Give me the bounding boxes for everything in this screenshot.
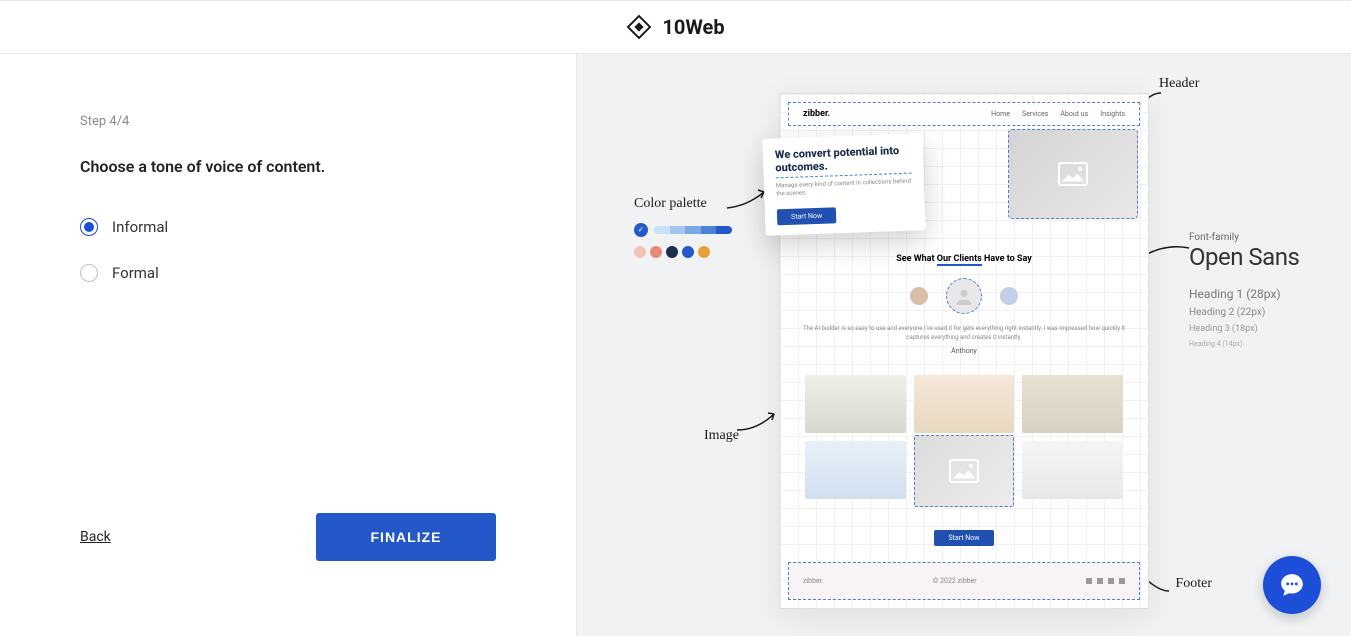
option-label-formal: Formal xyxy=(112,264,159,282)
preview-footer: zibber. © 2022 zibber xyxy=(788,562,1140,600)
step-question: Choose a tone of voice of content. xyxy=(80,157,496,176)
preview-nav: Home Services About us Insights xyxy=(991,110,1125,118)
back-button[interactable]: Back xyxy=(80,529,111,545)
nav-item: About us xyxy=(1060,110,1088,118)
preview-cta: Start Now xyxy=(780,517,1148,554)
finalize-button[interactable]: FINALIZE xyxy=(316,513,496,561)
right-panel: Header Color palette ✓ Image Footer xyxy=(576,54,1351,636)
radio-formal[interactable] xyxy=(80,264,98,282)
heading-3-spec: Heading 3 (18px) xyxy=(1189,324,1319,334)
image-icon xyxy=(949,459,979,483)
hero-desc: Manage every kind of content in collecti… xyxy=(776,178,912,198)
image-icon xyxy=(1058,162,1088,186)
testimonial-avatars xyxy=(800,278,1128,314)
testimonials-heading: See What Our Clients Have to Say xyxy=(800,254,1128,264)
step-label: Step 4/4 xyxy=(80,114,496,129)
footer-actions: Back FINALIZE xyxy=(80,513,496,596)
gallery-item xyxy=(805,375,906,433)
preview-brand: zibber. xyxy=(803,109,830,119)
chat-icon xyxy=(1279,572,1305,598)
palette-bar xyxy=(654,226,732,234)
gallery-item xyxy=(1022,375,1123,433)
top-bar: 10Web xyxy=(0,0,1351,54)
testimonial-name: Anthony xyxy=(800,347,1128,355)
option-label-informal: Informal xyxy=(112,218,168,236)
nav-item: Services xyxy=(1022,110,1048,118)
testimonial-text: The AI builder is so easy to use and eve… xyxy=(800,324,1128,342)
font-family-label: Font-family xyxy=(1189,232,1319,243)
option-formal[interactable]: Formal xyxy=(80,264,496,282)
heading-2-spec: Heading 2 (22px) xyxy=(1189,307,1319,318)
cta-button: Start Now xyxy=(934,530,993,546)
color-palette-row1: ✓ xyxy=(634,223,732,237)
hero-cta: Start Now xyxy=(777,207,837,225)
heading-1-spec: Heading 1 (28px) xyxy=(1189,287,1319,301)
avatar-small xyxy=(1000,287,1018,305)
brand-logo[interactable]: 10Web xyxy=(626,14,724,40)
preview-stage: Header Color palette ✓ Image Footer xyxy=(604,68,1324,628)
footer-social xyxy=(1086,578,1125,584)
annotation-footer: Footer xyxy=(1175,576,1212,592)
gallery-item xyxy=(805,441,906,499)
logo-icon xyxy=(626,14,652,40)
gallery-item xyxy=(914,375,1015,433)
preview-testimonials: See What Our Clients Have to Say The AI … xyxy=(780,234,1148,365)
hero-image-placeholder xyxy=(1008,129,1138,219)
main-content: Step 4/4 Choose a tone of voice of conte… xyxy=(0,54,1351,636)
preview-gallery xyxy=(780,365,1148,517)
brand-name: 10Web xyxy=(662,15,724,39)
font-family-name: Open Sans xyxy=(1189,243,1319,271)
footer-brand: zibber. xyxy=(803,577,824,585)
arrow-icon xyxy=(732,408,782,438)
annotation-font: Font-family Open Sans Heading 1 (28px) H… xyxy=(1189,232,1319,348)
chat-button[interactable] xyxy=(1263,556,1321,614)
hero-title: We convert potential into outcomes. xyxy=(775,143,912,178)
floating-hero-card: We convert potential into outcomes. Mana… xyxy=(762,133,925,235)
option-informal[interactable]: Informal xyxy=(80,218,496,236)
radio-informal[interactable] xyxy=(80,218,98,236)
gallery-item xyxy=(1022,441,1123,499)
gallery-image-placeholder xyxy=(914,435,1015,507)
palette-check-icon: ✓ xyxy=(634,223,648,237)
nav-item: Insights xyxy=(1100,110,1125,118)
heading-4-spec: Heading 4 (14px) xyxy=(1189,340,1319,348)
left-panel: Step 4/4 Choose a tone of voice of conte… xyxy=(0,54,576,636)
color-palette-row2 xyxy=(634,246,710,258)
nav-item: Home xyxy=(991,110,1010,118)
footer-copyright: © 2022 zibber xyxy=(933,577,977,585)
options-group: Informal Formal xyxy=(80,218,496,282)
preview-container: Header Color palette ✓ Image Footer xyxy=(577,54,1351,636)
annotation-color-palette: Color palette xyxy=(634,196,707,212)
avatar-large-placeholder xyxy=(946,278,982,314)
person-icon xyxy=(955,287,973,305)
avatar-small xyxy=(910,287,928,305)
preview-header: zibber. Home Services About us Insights xyxy=(788,102,1140,126)
